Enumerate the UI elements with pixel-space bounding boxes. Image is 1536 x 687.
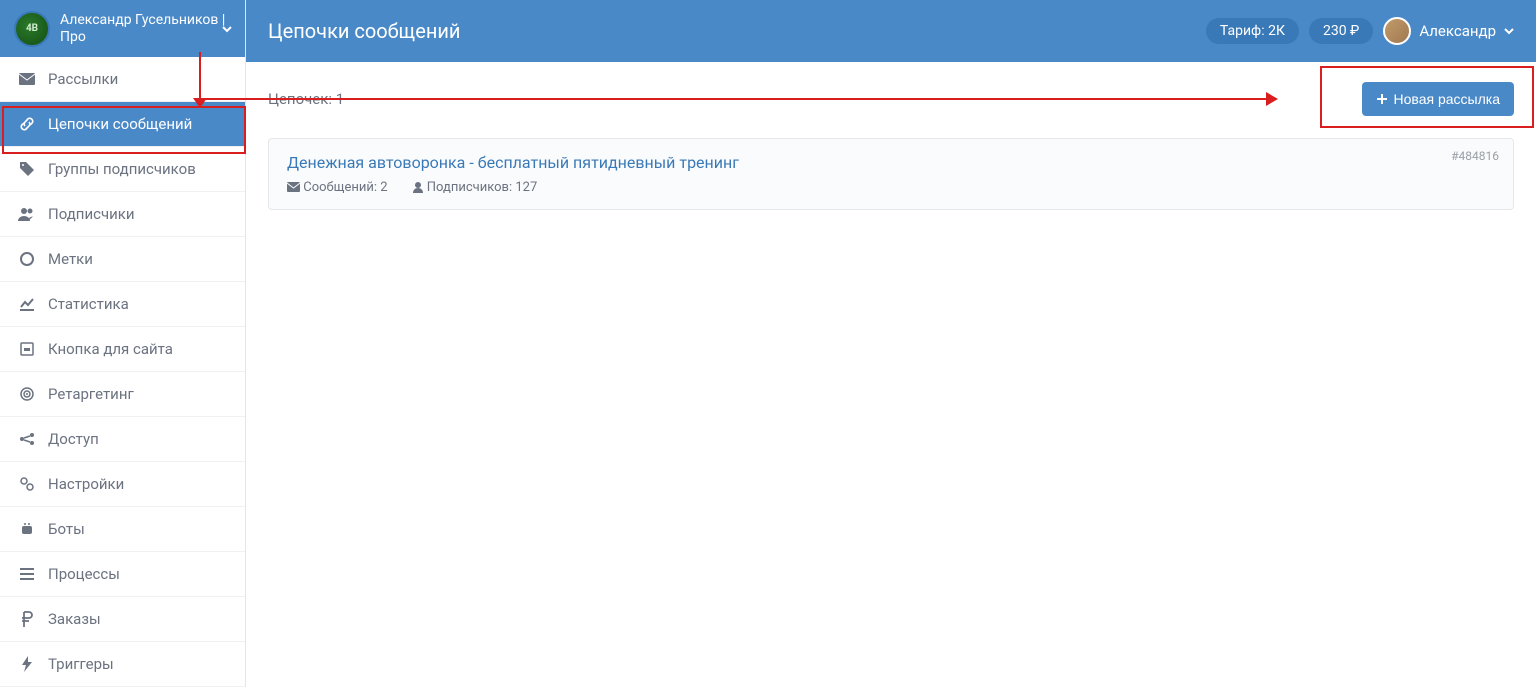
sidebar-item-label: Кнопка для сайта <box>48 340 173 358</box>
users-icon <box>18 207 36 221</box>
profile-switcher[interactable]: 4B Александр Гусельников | Про <box>0 0 245 57</box>
page-title: Цепочки сообщений <box>268 19 460 43</box>
profile-avatar: 4B <box>14 11 50 47</box>
sidebar-item-chains[interactable]: Цепочки сообщений <box>0 102 245 147</box>
sidebar-item-subscribers[interactable]: Подписчики <box>0 192 245 237</box>
main-content: Цепочек: 1 Новая рассылка #484816 Денежн… <box>246 62 1536 687</box>
cogs-icon <box>18 476 36 492</box>
chart-icon <box>18 297 36 311</box>
sidebar-item-label: Заказы <box>48 610 101 628</box>
sidebar-item-label: Доступ <box>48 430 99 448</box>
tasks-icon <box>18 568 36 580</box>
share-icon <box>18 432 36 446</box>
sidebar-item-triggers[interactable]: Триггеры <box>0 642 245 687</box>
chain-card[interactable]: #484816 Денежная автоворонка - бесплатны… <box>268 138 1514 210</box>
sidebar-item-labels[interactable]: Метки <box>0 237 245 282</box>
chevron-down-icon <box>221 23 233 35</box>
chevron-down-icon <box>1504 26 1514 36</box>
ruble-icon <box>18 611 36 627</box>
sidebar-item-label: Группы подписчиков <box>48 160 196 178</box>
chain-id: #484816 <box>1451 149 1499 163</box>
user-avatar-icon <box>1383 17 1411 45</box>
profile-name: Александр Гусельников | Про <box>60 12 231 46</box>
sidebar-item-mailings[interactable]: Рассылки <box>0 57 245 102</box>
sidebar-item-statistics[interactable]: Статистика <box>0 282 245 327</box>
sidebar-item-site-button[interactable]: Кнопка для сайта <box>0 327 245 372</box>
sidebar-item-label: Рассылки <box>48 70 118 88</box>
user-menu[interactable]: Александр <box>1383 17 1514 45</box>
android-icon <box>18 521 36 537</box>
topbar: Цепочки сообщений Тариф: 2К 230 ₽ Алекса… <box>246 0 1536 62</box>
target-icon <box>18 387 36 401</box>
chain-subscribers-meta: Подписчиков: 127 <box>412 180 538 195</box>
chain-icon <box>18 116 36 132</box>
sidebar-item-orders[interactable]: Заказы <box>0 597 245 642</box>
circle-icon <box>18 252 36 266</box>
sidebar-item-label: Статистика <box>48 295 129 313</box>
user-name-label: Александр <box>1419 22 1496 40</box>
sidebar-item-settings[interactable]: Настройки <box>0 462 245 507</box>
sidebar-item-label: Триггеры <box>48 655 114 673</box>
sidebar-item-retargeting[interactable]: Ретаргетинг <box>0 372 245 417</box>
sidebar-item-label: Боты <box>48 520 85 538</box>
tags-icon <box>18 161 36 177</box>
chain-title[interactable]: Денежная автоворонка - бесплатный пятидн… <box>287 153 1495 172</box>
sidebar-item-bots[interactable]: Боты <box>0 507 245 552</box>
sidebar-item-label: Настройки <box>48 475 124 493</box>
sidebar-nav: Рассылки Цепочки сообщений Группы подпис… <box>0 57 245 687</box>
plus-icon <box>1376 93 1388 105</box>
sidebar-item-label: Подписчики <box>48 205 135 223</box>
new-mailing-button[interactable]: Новая рассылка <box>1362 82 1514 116</box>
sidebar: 4B Александр Гусельников | Про Рассылки … <box>0 0 246 687</box>
sidebar-item-label: Ретаргетинг <box>48 385 134 403</box>
widget-icon <box>18 342 36 356</box>
sidebar-item-label: Процессы <box>48 565 120 583</box>
chain-count-label: Цепочек: 1 <box>268 90 344 108</box>
tariff-pill[interactable]: Тариф: 2К <box>1206 18 1299 44</box>
sidebar-item-processes[interactable]: Процессы <box>0 552 245 597</box>
sidebar-item-label: Цепочки сообщений <box>48 115 192 133</box>
topbar-right: Тариф: 2К 230 ₽ Александр <box>1206 17 1514 45</box>
bolt-icon <box>18 656 36 672</box>
chain-messages-meta: Сообщений: 2 <box>287 180 388 195</box>
balance-pill[interactable]: 230 ₽ <box>1309 18 1373 44</box>
envelope-icon <box>18 73 36 85</box>
sidebar-item-label: Метки <box>48 250 93 268</box>
sidebar-item-access[interactable]: Доступ <box>0 417 245 462</box>
new-mailing-label: Новая рассылка <box>1394 91 1500 107</box>
sidebar-item-subscriber-groups[interactable]: Группы подписчиков <box>0 147 245 192</box>
